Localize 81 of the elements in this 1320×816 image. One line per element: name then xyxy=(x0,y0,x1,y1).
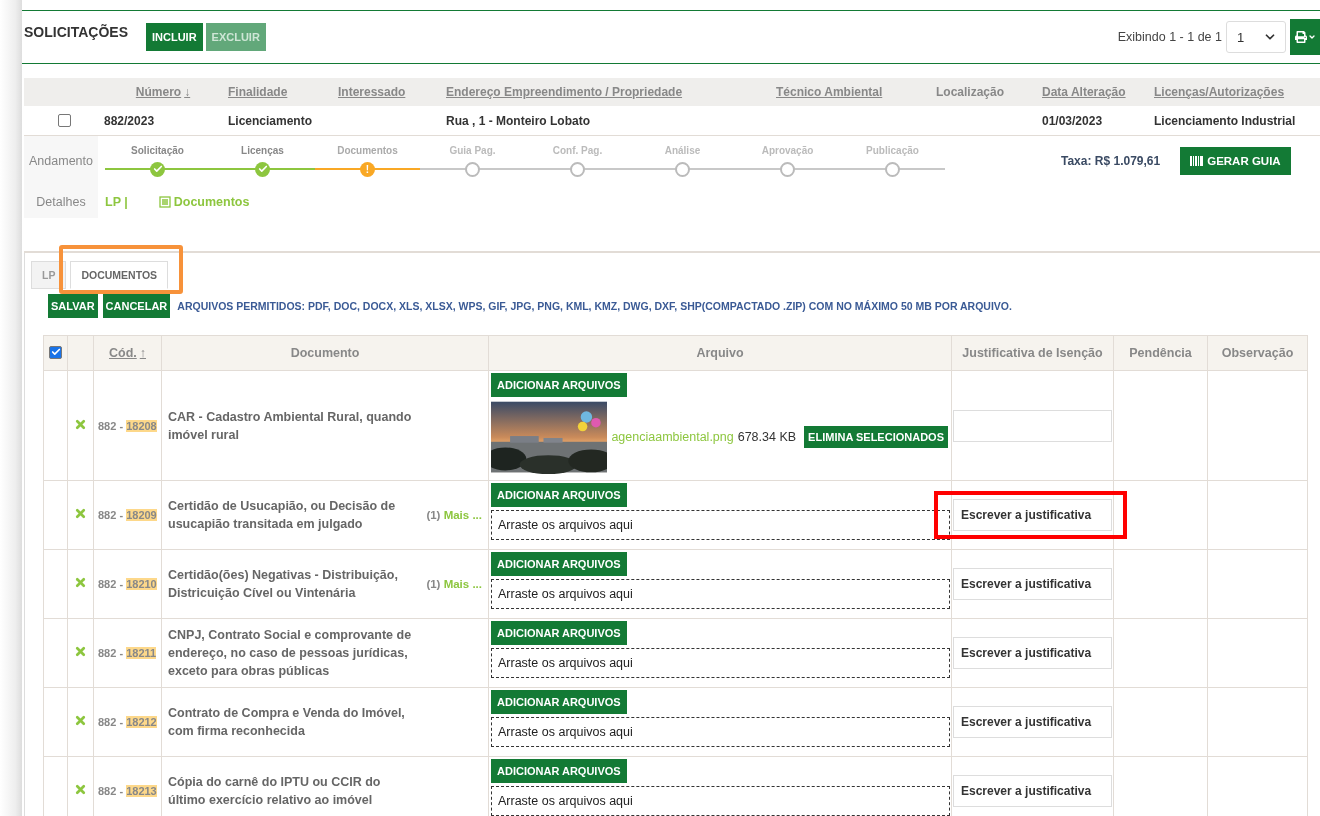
add-files-button[interactable]: ADICIONAR ARQUIVOS xyxy=(491,690,627,714)
column-header[interactable]: Finalidade xyxy=(222,78,332,106)
row-label: Detalhes xyxy=(36,195,86,209)
printer-icon xyxy=(1294,31,1307,43)
step-label: Documentos xyxy=(337,145,398,158)
document-name: Certidão(ões) Negativas - Distribuição, Districuição Cível ou Vintenária xyxy=(168,567,399,602)
row-label: Andamento xyxy=(29,154,93,168)
column-header: Arquivo xyxy=(696,346,744,360)
sort-arrow: ↑ xyxy=(139,346,146,360)
step-label: Solicitação xyxy=(131,145,184,158)
document-code: 882 - 18212 xyxy=(98,716,157,728)
add-files-button[interactable]: ADICIONAR ARQUIVOS xyxy=(491,552,627,576)
paging-text: Exibindo 1 - 1 de 1 xyxy=(1117,30,1222,44)
more-link[interactable]: (1) Mais ... xyxy=(426,509,482,521)
step-marker: ! xyxy=(360,161,375,177)
generate-button[interactable]: GERAR GUIA xyxy=(1180,147,1291,175)
select-all-checkbox[interactable] xyxy=(49,345,62,359)
column-header: Pendência xyxy=(1129,346,1192,360)
step-label: Aprovação xyxy=(761,145,814,158)
table-cell: Rua , 1 - Monteiro Lobato xyxy=(440,106,770,136)
document-name: Contrato de Compra e Venda do Imóvel, com firma reconhecida xyxy=(168,705,406,740)
column-header: Justificativa de Isenção xyxy=(962,346,1103,360)
table-cell: 01/03/2023 xyxy=(1036,106,1148,136)
barcode-icon xyxy=(1190,156,1204,166)
document-code: 882 - 18211 xyxy=(98,647,157,659)
table-cell: 882/2023 xyxy=(98,106,222,136)
column-header[interactable]: Endereço Empreendimento / Propriedade xyxy=(440,78,770,106)
drop-zone[interactable]: Arraste os arquivos aqui xyxy=(491,786,950,816)
tab[interactable]: DOCUMENTOS xyxy=(70,261,169,289)
allowed-files-note: ARQUIVOS PERMITIDOS: PDF, DOC, DOCX, XLS, XLSX, WPS, GIF, JPG, PNG, KML, KMZ, DWG, DXF, SHP(COMPACTADO .ZIP) COM NO MÁXIMO 50 MB POR ARQUIVO. xyxy=(177,300,1012,312)
add-files-button[interactable]: ADICIONAR ARQUIVOS xyxy=(491,373,627,397)
column-header[interactable]: Técnico Ambiental xyxy=(770,78,930,106)
column-header: Documento xyxy=(290,346,360,360)
drop-zone[interactable]: Arraste os arquivos aqui xyxy=(491,579,950,609)
table-cell: Licenciamento xyxy=(222,106,332,136)
justification-field[interactable]: Escrever a justificativa xyxy=(953,706,1112,738)
print-button[interactable] xyxy=(1290,19,1320,55)
document-name: Cópia do carnê do IPTU ou CCIR do último exercício relativo ao imóvel xyxy=(168,774,382,809)
step-label: Conf. Pag. xyxy=(552,145,603,158)
drop-zone[interactable]: Arraste os arquivos aqui xyxy=(491,510,950,540)
delete-selected-button[interactable]: ELIMINA SELECIONADOS xyxy=(804,426,948,448)
document-name: CNPJ, Contrato Social e comprovante de endereço, no caso de pessoas jurídicas, exceto para obras públicas xyxy=(168,627,413,680)
column-header[interactable]: Licenças/Autorizações xyxy=(1148,78,1320,106)
justification-field[interactable]: Escrever a justificativa xyxy=(953,568,1112,600)
toolbar-button[interactable]: SALVAR xyxy=(48,294,98,318)
column-header: Observação xyxy=(1221,346,1294,360)
document-code: 882 - 18213 xyxy=(98,785,157,797)
justification-field[interactable]: Escrever a justificativa xyxy=(953,637,1112,669)
sort-arrow: ↓ xyxy=(184,85,191,99)
add-files-button[interactable]: ADICIONAR ARQUIVOS xyxy=(491,759,627,783)
drop-zone[interactable]: Arraste os arquivos aqui xyxy=(491,717,950,747)
document-code: 882 - 18208 xyxy=(98,419,157,432)
toolbar-button[interactable]: CANCELAR xyxy=(102,294,171,318)
column-header[interactable]: Data Alteração xyxy=(1036,78,1148,106)
column-header[interactable]: Número ↓ xyxy=(98,78,222,106)
action-button[interactable]: INCLUIR xyxy=(145,23,203,51)
justification-field[interactable]: Escrever a justificativa xyxy=(953,775,1112,807)
page-title: SOLICITAÇÕES xyxy=(24,24,128,40)
justification-field[interactable]: Escrever a justificativa xyxy=(953,499,1112,531)
justification-field[interactable] xyxy=(953,409,1112,442)
caret-icon xyxy=(1307,33,1316,41)
column-header: Localização xyxy=(930,78,1036,106)
step-label: Análise xyxy=(664,145,701,158)
column-header[interactable]: Interessado xyxy=(332,78,440,106)
file-size: 678.34 KB xyxy=(737,430,797,444)
document-name: Certidão de Usucapião, ou Decisão de usucapião transitada em julgado xyxy=(168,498,397,533)
list-icon xyxy=(158,196,171,208)
document-name: CAR - Cadastro Ambiental Rural, quando imóvel rural xyxy=(168,408,413,444)
row-checkbox[interactable] xyxy=(57,114,71,127)
add-files-button[interactable]: ADICIONAR ARQUIVOS xyxy=(491,483,627,507)
document-code: 882 - 18210 xyxy=(98,578,157,590)
page-select[interactable]: 1 xyxy=(1226,21,1286,53)
add-files-button[interactable]: ADICIONAR ARQUIVOS xyxy=(491,621,627,645)
step-label: Licenças xyxy=(241,145,284,158)
drop-zone[interactable]: Arraste os arquivos aqui xyxy=(491,648,950,678)
table-cell: Licenciamento Industrial xyxy=(1148,106,1320,136)
step-label: Publicação xyxy=(866,145,919,158)
fee-text: Taxa: R$ 1.079,61 xyxy=(1061,154,1161,168)
step-label: Guia Pag. xyxy=(449,145,496,158)
document-code: 882 - 18209 xyxy=(98,509,157,521)
more-link[interactable]: (1) Mais ... xyxy=(426,578,482,590)
